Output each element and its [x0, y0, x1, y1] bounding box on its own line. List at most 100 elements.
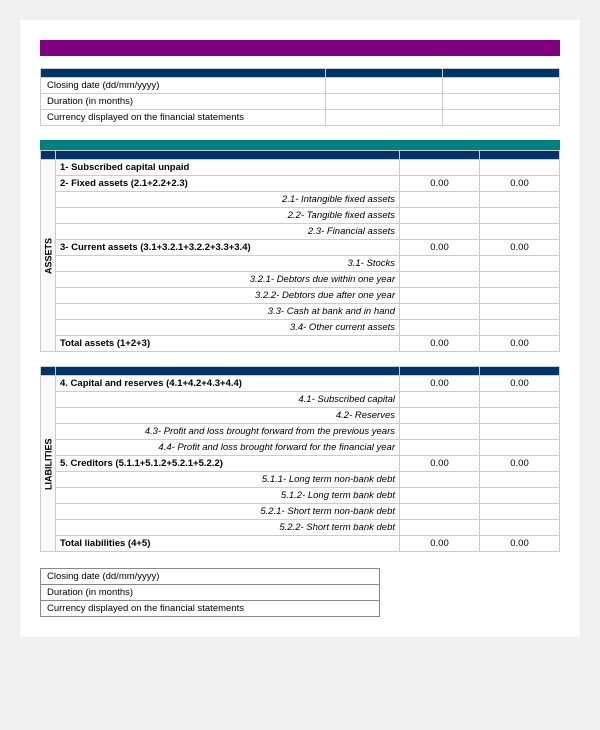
assets-row-yearn1[interactable] — [480, 272, 560, 288]
liabilities-row-yearn1[interactable] — [480, 424, 560, 440]
liabilities-side-col — [41, 367, 56, 376]
liabilities-table: LIABILITIES 4. Capital and reserves (4.1… — [40, 366, 560, 552]
assets-row-label: 2.3- Financial assets — [56, 224, 400, 240]
assets-row: 2.2- Tangible fixed assets — [41, 208, 560, 224]
top-table-row: Currency displayed on the financial stat… — [41, 110, 560, 126]
assets-row-label: 2- Fixed assets (2.1+2.2+2.3) — [56, 176, 400, 192]
assets-row: 3.3- Cash at bank and in hand — [41, 304, 560, 320]
liabilities-row-label: 5. Creditors (5.1.1+5.1.2+5.2.1+5.2.2) — [56, 456, 400, 472]
assets-row-yearn1[interactable] — [480, 320, 560, 336]
liabilities-row-yearn[interactable] — [400, 440, 480, 456]
liabilities-row-yearn1[interactable] — [480, 488, 560, 504]
assets-row-yearn1[interactable] — [480, 256, 560, 272]
assets-side-col — [41, 151, 56, 160]
assets-row-label: 3.4- Other current assets — [56, 320, 400, 336]
liabilities-side-label: LIABILITIES — [41, 376, 56, 552]
assets-row-label: 3.3- Cash at bank and in hand — [56, 304, 400, 320]
assets-row-yearn1[interactable]: 0.00 — [480, 240, 560, 256]
liabilities-row-yearn1[interactable]: 0.00 — [480, 456, 560, 472]
top-col3-header — [443, 69, 560, 78]
liabilities-row-label: 5.1.2- Long term bank debt — [56, 488, 400, 504]
assets-row-yearn[interactable] — [400, 208, 480, 224]
assets-row-yearn1[interactable]: 0.00 — [480, 176, 560, 192]
assets-row-yearn[interactable] — [400, 224, 480, 240]
liabilities-row-yearn[interactable] — [400, 408, 480, 424]
assets-yearn1-header — [480, 151, 560, 160]
top-row-yearn[interactable] — [326, 94, 443, 110]
top-row-label: Duration (in months) — [41, 94, 326, 110]
assets-row-yearn1[interactable] — [480, 224, 560, 240]
liabilities-row-yearn[interactable] — [400, 504, 480, 520]
top-row-yearn1[interactable] — [443, 94, 560, 110]
assets-row-label: 2.2- Tangible fixed assets — [56, 208, 400, 224]
assets-row-yearn1[interactable] — [480, 288, 560, 304]
assets-row-yearn[interactable]: 0.00 — [400, 176, 480, 192]
top-row-label: Closing date (dd/mm/yyyy) — [41, 78, 326, 94]
assets-row-yearn[interactable]: 0.00 — [400, 336, 480, 352]
top-info-table: Closing date (dd/mm/yyyy) Duration (in m… — [40, 68, 560, 126]
liabilities-section: LIABILITIES 4. Capital and reserves (4.1… — [40, 366, 560, 552]
liabilities-row-yearn1[interactable] — [480, 440, 560, 456]
top-col2-header — [326, 69, 443, 78]
assets-row-yearn1[interactable] — [480, 208, 560, 224]
liabilities-row-yearn[interactable] — [400, 472, 480, 488]
assets-row-yearn1[interactable] — [480, 304, 560, 320]
assets-row-yearn1[interactable]: 0.00 — [480, 336, 560, 352]
assets-row-label: 1- Subscribed capital unpaid — [56, 160, 400, 176]
liabilities-row-yearn[interactable]: 0.00 — [400, 536, 480, 552]
liabilities-row: 4.3- Profit and loss brought forward fro… — [41, 424, 560, 440]
assets-row-yearn[interactable] — [400, 304, 480, 320]
assets-row-label: 3.1- Stocks — [56, 256, 400, 272]
liabilities-row-yearn[interactable] — [400, 488, 480, 504]
main-title — [40, 40, 560, 56]
assets-row-yearn[interactable] — [400, 288, 480, 304]
liabilities-row-label: 4.3- Profit and loss brought forward fro… — [56, 424, 400, 440]
liabilities-row-yearn1[interactable] — [480, 504, 560, 520]
bottom-table-row: Closing date (dd/mm/yyyy) — [41, 569, 380, 585]
top-row-yearn1[interactable] — [443, 110, 560, 126]
assets-row-yearn[interactable] — [400, 256, 480, 272]
assets-label-header — [56, 151, 400, 160]
liabilities-row-yearn1[interactable] — [480, 392, 560, 408]
liabilities-row: 5. Creditors (5.1.1+5.1.2+5.2.1+5.2.2) 0… — [41, 456, 560, 472]
liabilities-row: 5.1.2- Long term bank debt — [41, 488, 560, 504]
assets-row-yearn[interactable] — [400, 272, 480, 288]
page: Closing date (dd/mm/yyyy) Duration (in m… — [20, 20, 580, 637]
liabilities-row: 5.2.1- Short term non-bank debt — [41, 504, 560, 520]
liabilities-row: 4.1- Subscribed capital — [41, 392, 560, 408]
liabilities-row: 4.2- Reserves — [41, 408, 560, 424]
assets-row: Total assets (1+2+3) 0.00 0.00 — [41, 336, 560, 352]
liabilities-row-yearn1[interactable] — [480, 472, 560, 488]
liabilities-row-yearn1[interactable] — [480, 408, 560, 424]
assets-row: 3.4- Other current assets — [41, 320, 560, 336]
top-table-row: Closing date (dd/mm/yyyy) — [41, 78, 560, 94]
assets-row-yearn1[interactable] — [480, 192, 560, 208]
assets-row: 3- Current assets (3.1+3.2.1+3.2.2+3.3+3… — [41, 240, 560, 256]
liabilities-row-yearn[interactable] — [400, 520, 480, 536]
assets-row-yearn[interactable]: 0.00 — [400, 240, 480, 256]
bottom-table-row: Duration (in months) — [41, 585, 380, 601]
liabilities-row-label: 5.2.1- Short term non-bank debt — [56, 504, 400, 520]
top-row-yearn[interactable] — [326, 110, 443, 126]
liabilities-row-yearn1[interactable]: 0.00 — [480, 536, 560, 552]
liabilities-row-yearn[interactable]: 0.00 — [400, 456, 480, 472]
top-row-yearn[interactable] — [326, 78, 443, 94]
assets-row-label: Total assets (1+2+3) — [56, 336, 400, 352]
liabilities-row-yearn1[interactable]: 0.00 — [480, 376, 560, 392]
liabilities-row-yearn[interactable] — [400, 392, 480, 408]
liabilities-row-yearn1[interactable] — [480, 520, 560, 536]
liabilities-row-yearn[interactable] — [400, 424, 480, 440]
top-row-label: Currency displayed on the financial stat… — [41, 110, 326, 126]
assets-row-yearn[interactable] — [400, 320, 480, 336]
liabilities-yearn1-header — [480, 367, 560, 376]
assets-row-yearn[interactable] — [400, 160, 480, 176]
assets-row-yearn1[interactable] — [480, 160, 560, 176]
liabilities-row-yearn[interactable]: 0.00 — [400, 376, 480, 392]
assets-table: ASSETS 1- Subscribed capital unpaid 2- F… — [40, 150, 560, 352]
liabilities-row-label: 4.2- Reserves — [56, 408, 400, 424]
liabilities-label-header — [56, 367, 400, 376]
bottom-info-table: Closing date (dd/mm/yyyy)Duration (in mo… — [40, 568, 380, 617]
top-row-yearn1[interactable] — [443, 78, 560, 94]
assets-row: 2- Fixed assets (2.1+2.2+2.3) 0.00 0.00 — [41, 176, 560, 192]
assets-row-yearn[interactable] — [400, 192, 480, 208]
